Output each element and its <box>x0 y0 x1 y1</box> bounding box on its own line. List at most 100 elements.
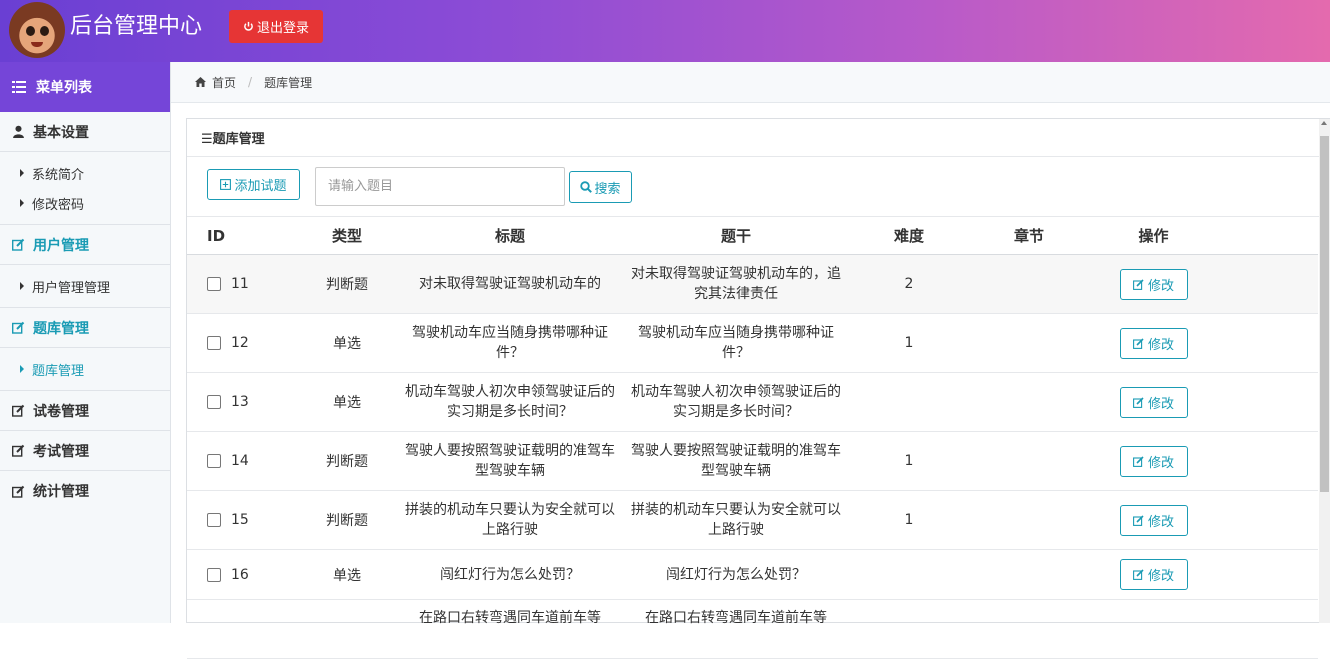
edit-icon <box>1133 455 1144 467</box>
row-checkbox[interactable] <box>207 513 221 527</box>
sidebar-group-user-management[interactable]: 用户管理 <box>0 225 170 265</box>
edit-label: 修改 <box>1147 278 1174 294</box>
edit-icon <box>12 404 25 417</box>
row-checkbox[interactable] <box>207 277 221 291</box>
caret-right-icon <box>20 282 24 290</box>
breadcrumb-home[interactable]: 首页 <box>212 74 236 91</box>
cell-stem: 拼装的机动车只要认为安全就可以上路行驶 <box>631 502 841 538</box>
edit-icon <box>1133 337 1144 349</box>
cell-type: 单选 <box>333 395 361 411</box>
row-checkbox[interactable] <box>207 454 221 468</box>
sidebar-group-label: 题库管理 <box>33 320 89 337</box>
edit-icon <box>12 321 25 334</box>
caret-right-icon <box>20 199 24 207</box>
table-row: 15 判断题 拼装的机动车只要认为安全就可以上路行驶 拼装的机动车只要认为安全就… <box>187 491 1318 550</box>
cell-stem: 驾驶人要按照驾驶证载明的准驾车型驾驶车辆 <box>631 443 841 479</box>
edit-button[interactable]: 修改 <box>1119 445 1188 477</box>
caret-right-icon <box>20 365 24 373</box>
sidebar-item-change-password[interactable]: 修改密码 <box>0 188 170 218</box>
vertical-scrollbar[interactable] <box>1319 119 1330 623</box>
cell-stem: 机动车驾驶人初次申领驾驶证后的实习期是多长时间？ <box>631 384 841 420</box>
main-content: 首页 / 题库管理 ☰题库管理 添加试题 搜索 ID 类型 标题 题干 难度 章… <box>171 62 1330 659</box>
cell-id: 15 <box>231 512 249 528</box>
cell-stem: 驾驶机动车应当随身携带哪种证件？ <box>638 325 834 361</box>
cell-stem: 对未取得驾驶证驾驶机动车的，追究其法律责任 <box>631 266 841 302</box>
sidebar-group-exams[interactable]: 考试管理 <box>0 431 170 471</box>
cell-type: 判断题 <box>326 513 368 529</box>
sidebar-group-label: 试卷管理 <box>33 403 89 420</box>
edit-button[interactable]: 修改 <box>1119 327 1188 359</box>
scroll-thumb[interactable] <box>1320 136 1329 492</box>
sidebar-group-label: 统计管理 <box>33 484 89 500</box>
edit-icon <box>12 238 25 251</box>
sidebar-group-label: 基本设置 <box>33 124 89 141</box>
sidebar-item-question-bank[interactable]: 题库管理 <box>0 354 170 384</box>
app-title: 后台管理中心 <box>70 14 203 39</box>
sidebar-item-label: 系统简介 <box>32 167 85 183</box>
menu-list-header: 菜单列表 <box>0 62 170 112</box>
plus-square-icon <box>220 179 232 190</box>
edit-button[interactable]: 修改 <box>1119 559 1188 590</box>
add-question-label: 添加试题 <box>234 179 287 194</box>
cell-title: 拼装的机动车只要认为安全就可以上路行驶 <box>405 502 615 538</box>
question-bank-panel: ☰题库管理 添加试题 搜索 ID 类型 标题 题干 难度 章节 操作 <box>186 118 1330 659</box>
sidebar-item-label: 修改密码 <box>32 197 85 213</box>
list-icon <box>12 81 26 93</box>
edit-button[interactable]: 修改 <box>1119 268 1188 300</box>
edit-button[interactable]: 修改 <box>1119 504 1188 536</box>
edit-icon <box>1133 396 1144 408</box>
row-checkbox[interactable] <box>207 567 221 582</box>
logout-label: 退出登录 <box>256 21 309 36</box>
top-header: 后台管理中心 退出登录 <box>0 0 1330 62</box>
table-row: 12 单选 驾驶机动车应当随身携带哪种证件？ 驾驶机动车应当随身携带哪种证件？ … <box>187 314 1318 373</box>
sidebar-item-label: 题库管理 <box>32 363 85 379</box>
col-header-action: 操作 <box>1138 227 1169 245</box>
logout-button[interactable]: 退出登录 <box>229 10 323 43</box>
search-input[interactable] <box>315 167 565 206</box>
sidebar-group-exam-papers[interactable]: 试卷管理 <box>0 391 170 431</box>
edit-icon <box>1133 569 1144 580</box>
col-header-difficulty: 难度 <box>893 227 924 245</box>
table-row: 11 判断题 对未取得驾驶证驾驶机动车的 对未取得驾驶证驾驶机动车的，追究其法律… <box>187 255 1318 314</box>
edit-icon <box>12 485 25 498</box>
cell-id: 14 <box>231 453 249 469</box>
search-icon <box>580 181 593 193</box>
cell-id: 11 <box>231 276 249 292</box>
row-checkbox[interactable] <box>207 395 221 409</box>
add-question-button[interactable]: 添加试题 <box>207 169 300 200</box>
sidebar-group-question-bank[interactable]: 题库管理 <box>0 308 170 348</box>
scroll-up-arrow-icon[interactable] <box>1321 121 1327 125</box>
cell-type: 单选 <box>333 567 361 584</box>
caret-right-icon <box>20 169 24 177</box>
cell-title: 机动车驾驶人初次申领驾驶证后的实习期是多长时间？ <box>405 384 615 420</box>
cell-difficulty: 1 <box>904 335 914 351</box>
sidebar-item-system-intro[interactable]: 系统简介 <box>0 158 170 188</box>
breadcrumb-current: 题库管理 <box>264 75 313 90</box>
cell-id: 12 <box>231 335 249 351</box>
edit-button[interactable]: 修改 <box>1119 386 1188 418</box>
col-header-title: 标题 <box>494 226 525 245</box>
cell-stem: 在路口右转弯遇同车道前车等 <box>645 610 827 626</box>
sidebar-group-label: 用户管理 <box>33 237 89 254</box>
avatar <box>9 2 65 58</box>
edit-icon <box>1133 514 1144 526</box>
cell-type: 单选 <box>333 336 361 352</box>
cell-title: 驾驶机动车应当随身携带哪种证件？ <box>412 325 608 361</box>
sidebar-item-user-management[interactable]: 用户管理管理 <box>0 271 170 301</box>
cell-id: 16 <box>231 566 249 583</box>
table-row: 14 判断题 驾驶人要按照驾驶证载明的准驾车型驾驶车辆 驾驶人要按照驾驶证载明的… <box>187 432 1318 491</box>
toolbar: 添加试题 搜索 <box>187 157 1330 217</box>
search-label: 搜索 <box>594 181 621 197</box>
row-checkbox[interactable] <box>207 336 221 350</box>
power-icon <box>244 21 253 31</box>
search-button[interactable]: 搜索 <box>569 171 632 203</box>
sidebar: 菜单列表 基本设置 系统简介 修改密码 用户管理 用户管理管理 题库管理 题库管… <box>0 62 171 623</box>
sidebar-group-basic-settings[interactable]: 基本设置 <box>0 112 170 152</box>
edit-label: 修改 <box>1147 396 1174 412</box>
edit-label: 修改 <box>1147 569 1174 584</box>
sidebar-group-statistics[interactable]: 统计管理 <box>0 471 170 511</box>
user-icon <box>13 125 24 138</box>
edit-label: 修改 <box>1147 514 1174 530</box>
menu-list-title: 菜单列表 <box>36 80 92 96</box>
cell-id: 13 <box>231 394 249 410</box>
